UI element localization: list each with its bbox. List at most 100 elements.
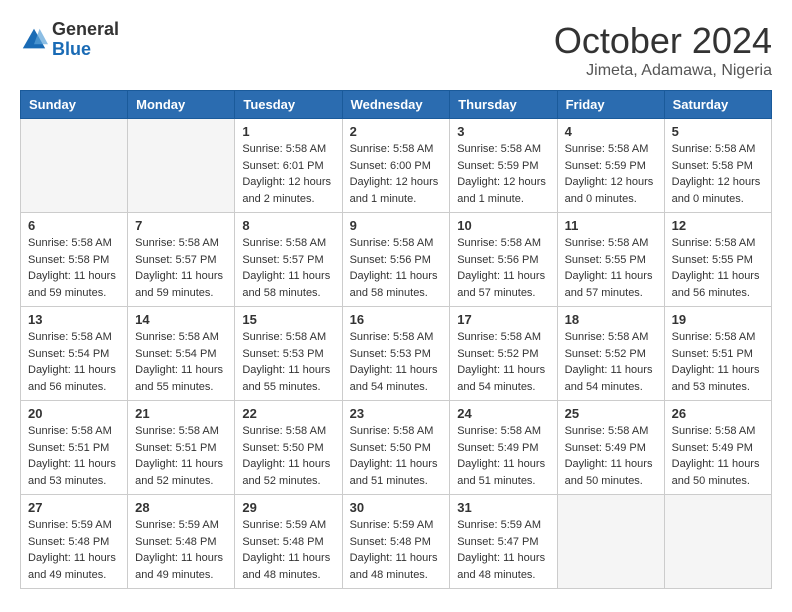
calendar-day-cell: 8Sunrise: 5:58 AMSunset: 5:57 PMDaylight…	[235, 213, 342, 307]
day-info: Sunrise: 5:58 AMSunset: 6:01 PMDaylight:…	[242, 141, 334, 207]
calendar-table: SundayMondayTuesdayWednesdayThursdayFrid…	[20, 90, 772, 589]
day-number: 27	[28, 500, 120, 515]
day-info: Sunrise: 5:58 AMSunset: 5:53 PMDaylight:…	[242, 329, 334, 395]
day-info: Sunrise: 5:58 AMSunset: 5:54 PMDaylight:…	[135, 329, 227, 395]
calendar-week-row: 13 Sunrise: 5:58 AMSunset: 5:54 PMDayligh…	[21, 307, 772, 401]
calendar-day-cell: 23 Sunrise: 5:58 AMSunset: 5:50 PMDayligh…	[342, 401, 450, 495]
calendar-day-cell: 28Sunrise: 5:59 AMSunset: 5:48 PMDayligh…	[128, 495, 235, 589]
day-info: Sunrise: 5:59 AMSunset: 5:48 PMDaylight:…	[242, 517, 334, 583]
day-number: 3	[457, 124, 549, 139]
logo-blue: Blue	[52, 40, 119, 60]
month-title: October 2024	[554, 20, 772, 62]
calendar-day-cell: 31 Sunrise: 5:59 AMSunset: 5:47 PMDayligh…	[450, 495, 557, 589]
calendar-day-cell: 18 Sunrise: 5:58 AMSunset: 5:52 PMDayligh…	[557, 307, 664, 401]
day-number: 2	[350, 124, 443, 139]
day-number: 29	[242, 500, 334, 515]
calendar-day-cell	[128, 119, 235, 213]
calendar-day-cell: 17 Sunrise: 5:58 AMSunset: 5:52 PMDayligh…	[450, 307, 557, 401]
calendar-day-cell	[21, 119, 128, 213]
location-subtitle: Jimeta, Adamawa, Nigeria	[554, 62, 772, 80]
day-number: 17	[457, 312, 549, 327]
calendar-header-thursday: Thursday	[450, 91, 557, 119]
calendar-header-monday: Monday	[128, 91, 235, 119]
day-number: 19	[672, 312, 764, 327]
calendar-week-row: 20 Sunrise: 5:58 AMSunset: 5:51 PMDayligh…	[21, 401, 772, 495]
day-number: 7	[135, 218, 227, 233]
day-info: Sunrise: 5:59 AMSunset: 5:48 PMDaylight:…	[28, 517, 120, 583]
day-number: 23	[350, 406, 443, 421]
calendar-day-cell: 10 Sunrise: 5:58 AMSunset: 5:56 PMDayligh…	[450, 213, 557, 307]
day-info: Sunrise: 5:58 AMSunset: 5:50 PMDaylight:…	[350, 423, 443, 489]
day-number: 5	[672, 124, 764, 139]
calendar-day-cell: 9Sunrise: 5:58 AMSunset: 5:56 PMDaylight…	[342, 213, 450, 307]
calendar-day-cell: 21 Sunrise: 5:58 AMSunset: 5:51 PMDayligh…	[128, 401, 235, 495]
calendar-week-row: 1 Sunrise: 5:58 AMSunset: 6:01 PMDaylight…	[21, 119, 772, 213]
calendar-day-cell: 25 Sunrise: 5:58 AMSunset: 5:49 PMDayligh…	[557, 401, 664, 495]
calendar-day-cell: 14Sunrise: 5:58 AMSunset: 5:54 PMDayligh…	[128, 307, 235, 401]
calendar-day-cell: 15 Sunrise: 5:58 AMSunset: 5:53 PMDayligh…	[235, 307, 342, 401]
day-info: Sunrise: 5:58 AMSunset: 5:57 PMDaylight:…	[242, 235, 334, 301]
day-info: Sunrise: 5:58 AMSunset: 5:58 PMDaylight:…	[28, 235, 120, 301]
day-info: Sunrise: 5:58 AMSunset: 5:51 PMDaylight:…	[28, 423, 120, 489]
calendar-day-cell: 30Sunrise: 5:59 AMSunset: 5:48 PMDayligh…	[342, 495, 450, 589]
calendar-week-row: 27 Sunrise: 5:59 AMSunset: 5:48 PMDayligh…	[21, 495, 772, 589]
day-number: 24	[457, 406, 549, 421]
day-info: Sunrise: 5:58 AMSunset: 5:51 PMDaylight:…	[135, 423, 227, 489]
day-number: 1	[242, 124, 334, 139]
day-info: Sunrise: 5:59 AMSunset: 5:48 PMDaylight:…	[135, 517, 227, 583]
day-number: 13	[28, 312, 120, 327]
day-number: 18	[565, 312, 657, 327]
day-number: 9	[350, 218, 443, 233]
day-number: 25	[565, 406, 657, 421]
day-number: 21	[135, 406, 227, 421]
calendar-day-cell: 26 Sunrise: 5:58 AMSunset: 5:49 PMDayligh…	[664, 401, 771, 495]
day-info: Sunrise: 5:58 AMSunset: 5:59 PMDaylight:…	[457, 141, 549, 207]
day-number: 6	[28, 218, 120, 233]
day-info: Sunrise: 5:58 AMSunset: 5:52 PMDaylight:…	[565, 329, 657, 395]
calendar-day-cell: 20 Sunrise: 5:58 AMSunset: 5:51 PMDayligh…	[21, 401, 128, 495]
day-info: Sunrise: 5:58 AMSunset: 5:50 PMDaylight:…	[242, 423, 334, 489]
calendar-day-cell	[664, 495, 771, 589]
day-info: Sunrise: 5:59 AMSunset: 5:47 PMDaylight:…	[457, 517, 549, 583]
day-number: 22	[242, 406, 334, 421]
calendar-day-cell: 4Sunrise: 5:58 AMSunset: 5:59 PMDaylight…	[557, 119, 664, 213]
logo: General Blue	[20, 20, 119, 60]
day-info: Sunrise: 5:59 AMSunset: 5:48 PMDaylight:…	[350, 517, 443, 583]
day-info: Sunrise: 5:58 AMSunset: 5:49 PMDaylight:…	[672, 423, 764, 489]
day-number: 15	[242, 312, 334, 327]
calendar-day-cell	[557, 495, 664, 589]
day-number: 26	[672, 406, 764, 421]
day-number: 4	[565, 124, 657, 139]
day-number: 31	[457, 500, 549, 515]
calendar-day-cell: 5 Sunrise: 5:58 AMSunset: 5:58 PMDaylight…	[664, 119, 771, 213]
day-info: Sunrise: 5:58 AMSunset: 5:52 PMDaylight:…	[457, 329, 549, 395]
calendar-header-tuesday: Tuesday	[235, 91, 342, 119]
day-info: Sunrise: 5:58 AMSunset: 5:55 PMDaylight:…	[565, 235, 657, 301]
day-info: Sunrise: 5:58 AMSunset: 5:58 PMDaylight:…	[672, 141, 764, 207]
day-number: 16	[350, 312, 443, 327]
title-block: October 2024 Jimeta, Adamawa, Nigeria	[554, 20, 772, 80]
day-info: Sunrise: 5:58 AMSunset: 5:55 PMDaylight:…	[672, 235, 764, 301]
day-number: 20	[28, 406, 120, 421]
day-info: Sunrise: 5:58 AMSunset: 6:00 PMDaylight:…	[350, 141, 443, 207]
calendar-day-cell: 7 Sunrise: 5:58 AMSunset: 5:57 PMDaylight…	[128, 213, 235, 307]
day-info: Sunrise: 5:58 AMSunset: 5:57 PMDaylight:…	[135, 235, 227, 301]
day-number: 12	[672, 218, 764, 233]
day-info: Sunrise: 5:58 AMSunset: 5:49 PMDaylight:…	[565, 423, 657, 489]
logo-icon	[20, 26, 48, 54]
calendar-day-cell: 11 Sunrise: 5:58 AMSunset: 5:55 PMDayligh…	[557, 213, 664, 307]
calendar-day-cell: 27 Sunrise: 5:59 AMSunset: 5:48 PMDayligh…	[21, 495, 128, 589]
calendar-day-cell: 24Sunrise: 5:58 AMSunset: 5:49 PMDayligh…	[450, 401, 557, 495]
calendar-day-cell: 2 Sunrise: 5:58 AMSunset: 6:00 PMDaylight…	[342, 119, 450, 213]
day-info: Sunrise: 5:58 AMSunset: 5:56 PMDaylight:…	[457, 235, 549, 301]
day-number: 11	[565, 218, 657, 233]
calendar-day-cell: 13Sunrise: 5:58 AMSunset: 5:54 PMDayligh…	[21, 307, 128, 401]
day-info: Sunrise: 5:58 AMSunset: 5:53 PMDaylight:…	[350, 329, 443, 395]
calendar-header-saturday: Saturday	[664, 91, 771, 119]
day-number: 10	[457, 218, 549, 233]
calendar-day-cell: 3 Sunrise: 5:58 AMSunset: 5:59 PMDaylight…	[450, 119, 557, 213]
calendar-header-friday: Friday	[557, 91, 664, 119]
calendar-week-row: 6 Sunrise: 5:58 AMSunset: 5:58 PMDaylight…	[21, 213, 772, 307]
calendar-day-cell: 19Sunrise: 5:58 AMSunset: 5:51 PMDayligh…	[664, 307, 771, 401]
calendar-day-cell: 6 Sunrise: 5:58 AMSunset: 5:58 PMDaylight…	[21, 213, 128, 307]
